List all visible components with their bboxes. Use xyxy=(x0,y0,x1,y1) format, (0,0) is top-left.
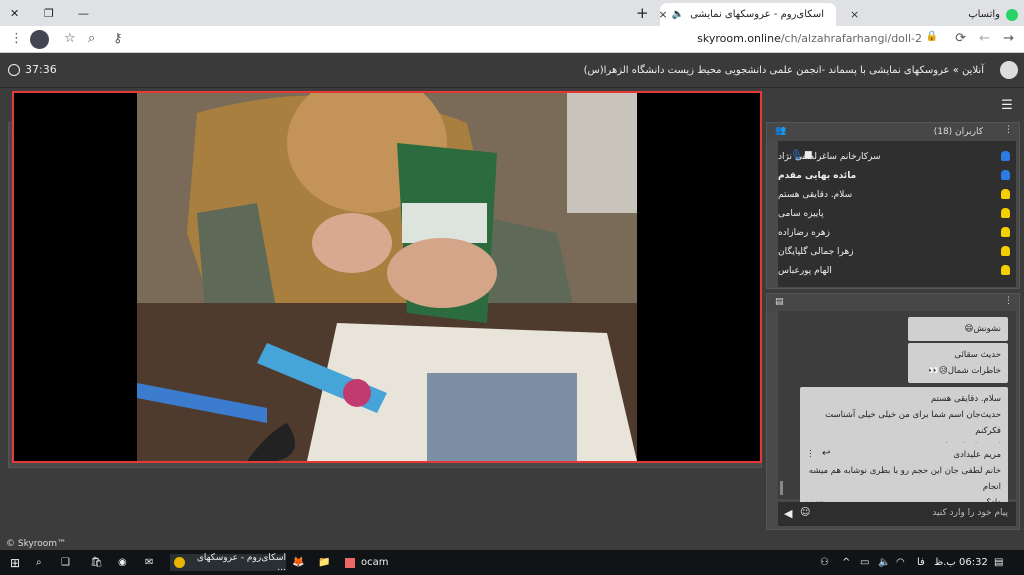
ocam-icon xyxy=(345,557,355,568)
chat-compose: ◀ ☺ پیام خود را وارد کنید xyxy=(778,502,1016,526)
chat-messages: نشونش😄 حدیث سقائی خاطرات شمال😥👀 سلام. دق… xyxy=(778,311,1016,515)
battery-icon[interactable]: ▭ xyxy=(860,554,869,571)
lock-icon: 🔒 xyxy=(925,31,938,42)
window-minimize-button[interactable]: — xyxy=(78,0,89,26)
store-icon[interactable]: 🛍 xyxy=(90,554,103,571)
star-icon[interactable]: ☆ xyxy=(64,31,76,46)
message-sender: سلام. دقایقی هستم xyxy=(930,394,1001,404)
session-timer: 37:36 xyxy=(8,63,57,76)
menu-dots-icon[interactable]: ⋮ xyxy=(10,31,23,46)
user-person-icon xyxy=(1001,189,1010,199)
whatsapp-favicon-icon xyxy=(1006,8,1018,21)
search-icon[interactable]: ⌕ xyxy=(36,554,42,571)
windows-start-icon[interactable]: ⊞ xyxy=(10,554,20,571)
chat-message: حدیث سقائی خاطرات شمال😥👀 xyxy=(908,343,1008,383)
people-icon[interactable]: ⚇ xyxy=(820,554,829,571)
webcam-video xyxy=(12,91,762,463)
users-list: سرکارخانم ساغرلطفی نژاد 🎙 ■ مائده بهایی … xyxy=(778,141,1016,287)
reload-icon[interactable]: ⟳ xyxy=(955,31,966,46)
message-input[interactable]: پیام خود را وارد کنید xyxy=(932,508,1008,518)
emoji-icon[interactable]: ☺ xyxy=(800,507,810,518)
panel-menu-icon[interactable]: ⋮ xyxy=(1004,296,1013,306)
chat-message: نشونش😄 xyxy=(908,317,1008,341)
users-panel-header: 👥 کاربران (18) ⋮ xyxy=(767,123,1019,141)
user-account-icon[interactable] xyxy=(1000,61,1018,79)
user-row[interactable]: مائده بهایی مقدم xyxy=(778,166,1016,185)
new-tab-button[interactable]: + xyxy=(636,0,649,26)
hamburger-menu-icon[interactable]: ☰ xyxy=(998,96,1016,114)
speaker-icon: 🔈 xyxy=(671,9,685,20)
user-person-icon xyxy=(1001,208,1010,218)
user-person-icon xyxy=(1001,265,1010,275)
address-bar: ⋮ ☆ ⌕ ⚷ skyroom.online/ch/alzahrafarhang… xyxy=(0,26,1024,53)
browser-tab-bar: ✕ ❐ — + اسکای‌روم - عروسکهای نمایشی 🔈 × … xyxy=(0,0,1024,26)
taskbar-chrome-item[interactable]: اسکای‌روم - عروسکهای ... xyxy=(170,553,286,573)
chat-scrollbar[interactable] xyxy=(780,481,783,495)
edge-icon[interactable]: ◉ xyxy=(118,554,127,571)
user-row[interactable]: الهام پورعباس xyxy=(778,261,1016,280)
user-row[interactable]: زهره رضازاده xyxy=(778,223,1016,242)
chat-panel-header: ▤ ⋮ xyxy=(767,294,1019,312)
zoom-icon[interactable]: ⌕ xyxy=(88,31,95,46)
video-content-image xyxy=(137,93,637,461)
user-person-icon xyxy=(1001,151,1010,161)
wifi-icon[interactable]: ◠ xyxy=(896,554,905,571)
user-row[interactable]: سلام. دقایقی هستم xyxy=(778,185,1016,204)
camera-on-icon: ■ xyxy=(804,150,813,160)
window-close-button[interactable]: ✕ xyxy=(10,0,19,26)
user-row[interactable]: پاییزه سامی xyxy=(778,204,1016,223)
reply-icon[interactable]: ↩ xyxy=(822,446,830,462)
url-field[interactable]: skyroom.online/ch/alzahrafarhangi/doll-2 xyxy=(697,32,922,45)
room-header: 37:36 آنلاین » عروسکهای نمایشی با پسماند… xyxy=(0,53,1024,88)
message-sender: حدیث سقائی xyxy=(954,350,1001,360)
tab-close-icon[interactable]: × xyxy=(850,8,859,21)
notifications-icon[interactable]: ▤ xyxy=(994,554,1003,571)
user-person-icon xyxy=(1001,227,1010,237)
firefox-icon[interactable]: 🦊 xyxy=(292,554,304,571)
language-indicator[interactable]: فا xyxy=(917,554,925,571)
video-frame xyxy=(137,93,637,461)
room-title: آنلاین » عروسکهای نمایشی با پسماند -انجم… xyxy=(583,65,984,76)
key-icon[interactable]: ⚷ xyxy=(113,31,123,46)
mail-icon[interactable]: ✉ xyxy=(145,554,153,571)
taskbar-clock[interactable]: 06:32 ب.ظ xyxy=(934,554,988,571)
windows-taskbar: ⊞ ⌕ ❑ 🛍 ◉ ✉ اسکای‌روم - عروسکهای ... 🦊 📁… xyxy=(0,550,1024,575)
tray-expand-icon[interactable]: ^ xyxy=(842,554,850,571)
profile-avatar[interactable] xyxy=(30,30,49,49)
chrome-icon xyxy=(174,557,185,568)
back-icon[interactable]: → xyxy=(1003,31,1014,46)
user-person-icon xyxy=(1001,246,1010,256)
user-row[interactable]: سرکارخانم ساغرلطفی نژاد 🎙 ■ xyxy=(778,147,1016,166)
tab-title: اسکای‌روم - عروسکهای نمایشی xyxy=(690,9,824,20)
send-icon[interactable]: ◀ xyxy=(784,507,792,520)
forward-icon[interactable]: ← xyxy=(979,31,990,46)
user-row[interactable]: زهرا جمالی گلپایگان xyxy=(778,242,1016,261)
panel-menu-icon[interactable]: ⋮ xyxy=(1004,125,1013,135)
message-sender: مریم علیدادی xyxy=(953,450,1001,460)
skyroom-footer: © Skyroom™ xyxy=(6,539,67,549)
users-group-icon: 👥 xyxy=(775,126,787,136)
volume-icon[interactable]: 🔈 xyxy=(878,554,890,571)
tab-title: واتساپ xyxy=(968,9,1000,20)
tab-close-icon[interactable]: × xyxy=(660,8,668,21)
tab-whatsapp[interactable]: واتساپ × xyxy=(840,3,1024,26)
window-restore-button[interactable]: ❐ xyxy=(44,0,54,26)
message-menu-icon[interactable]: ⋮ xyxy=(806,446,815,462)
task-view-icon[interactable]: ❑ xyxy=(61,554,70,571)
chat-bubble-icon: ▤ xyxy=(775,297,784,307)
tab-skyroom[interactable]: اسکای‌روم - عروسکهای نمایشی 🔈 × xyxy=(660,3,836,26)
clock-icon xyxy=(8,63,20,76)
file-explorer-icon[interactable]: 📁 xyxy=(318,554,330,571)
taskbar-ocam-item[interactable]: ocam xyxy=(345,554,389,571)
mic-active-icon: 🎙 xyxy=(790,150,803,161)
user-person-icon xyxy=(1001,170,1010,180)
